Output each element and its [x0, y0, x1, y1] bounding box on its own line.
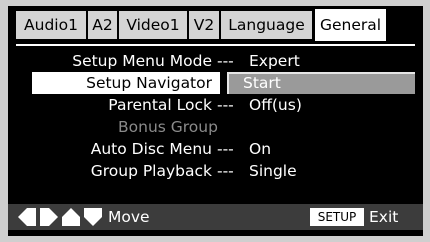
menu-item-separator: ---: [217, 52, 234, 70]
tab-video1[interactable]: Video1: [119, 11, 187, 39]
exit-label: Exit: [369, 208, 399, 226]
tab-bar: Audio1 A2 Video1 V2 Language General: [8, 6, 423, 46]
tab-general[interactable]: General: [315, 9, 386, 41]
dpad-arrows-icon: [18, 208, 102, 226]
move-label: Move: [108, 208, 150, 226]
menu-item-label: Group Playback: [90, 162, 212, 180]
start-button[interactable]: Start: [227, 72, 415, 94]
menu-item-value: On: [249, 140, 272, 158]
setup-screen: Audio1 A2 Video1 V2 Language General Set…: [8, 6, 423, 236]
start-button-label: Start: [243, 74, 281, 92]
tab-v2[interactable]: V2: [189, 11, 219, 39]
menu-item-parental-lock[interactable]: Parental Lock --- Off(us): [8, 94, 423, 116]
menu-item-setup-menu-mode[interactable]: Setup Menu Mode --- Expert: [8, 50, 423, 72]
menu-item-label: Setup Menu Mode: [72, 52, 212, 70]
menu-item-value: Expert: [249, 52, 300, 70]
footer-bar: Move SETUP Exit: [8, 204, 423, 230]
menu-item-label: Auto Disc Menu: [90, 140, 212, 158]
menu-item-label: Setup Navigator: [86, 74, 212, 92]
tab-a2[interactable]: A2: [88, 11, 117, 39]
menu-item-separator: ---: [217, 140, 234, 158]
menu-item-auto-disc-menu[interactable]: Auto Disc Menu --- On: [8, 138, 423, 160]
tab-underline: [16, 44, 415, 46]
setup-key-badge[interactable]: SETUP: [310, 208, 364, 226]
menu-item-setup-navigator[interactable]: Setup Navigator Start: [8, 72, 423, 94]
menu-item-value: Off(us): [249, 96, 302, 114]
menu-item-label: Parental Lock: [108, 96, 212, 114]
menu-item-separator: ---: [217, 96, 234, 114]
menu-item-group-playback[interactable]: Group Playback --- Single: [8, 160, 423, 182]
menu-item-value: Single: [249, 162, 297, 180]
tab-audio1[interactable]: Audio1: [16, 11, 86, 39]
menu-item-separator: ---: [217, 162, 234, 180]
menu-item-bonus-group: Bonus Group: [8, 116, 423, 138]
tab-language[interactable]: Language: [221, 11, 312, 39]
menu-item-label: Bonus Group: [118, 118, 218, 136]
